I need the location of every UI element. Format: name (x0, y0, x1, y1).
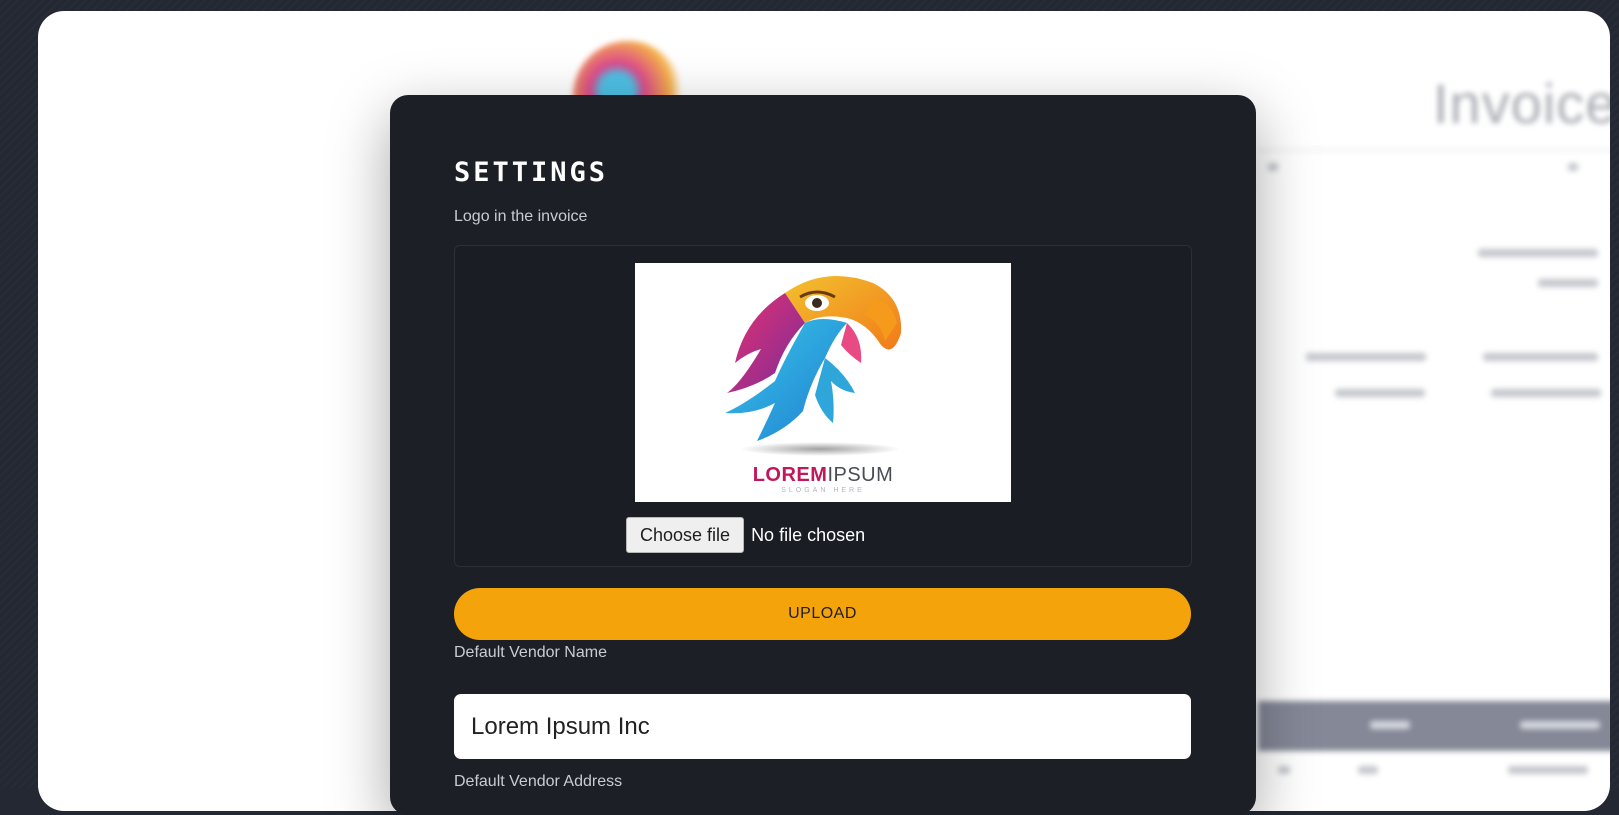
upload-button[interactable]: UPLOAD (454, 588, 1191, 640)
file-input[interactable]: Choose file No file chosen (626, 517, 865, 553)
vendor-address-label: Default Vendor Address (454, 773, 623, 790)
table-header (1258, 701, 1610, 751)
blurred-text (1538, 279, 1598, 287)
settings-modal: SETTINGS Logo in the invoice LOREMIPSUM … (390, 95, 1256, 815)
blurred-text (1268, 163, 1278, 171)
blurred-text (1483, 353, 1598, 361)
file-status: No file chosen (751, 524, 866, 545)
vendor-name-input[interactable]: Lorem Ipsum Inc (454, 694, 1191, 759)
choose-file-button[interactable]: Choose file (626, 517, 745, 553)
logo-label: Logo in the invoice (454, 208, 588, 225)
brand-rest: IPSUM (827, 464, 894, 486)
invoice-title: Invoice (1433, 72, 1610, 135)
vendor-name-label: Default Vendor Name (454, 644, 607, 661)
logo-brand-text: LOREMIPSUM (635, 464, 1011, 487)
blurred-text (1358, 766, 1378, 774)
blurred-text (1306, 353, 1426, 361)
blurred-text (1568, 163, 1578, 171)
logo-preview: LOREMIPSUM SLOGAN HERE (635, 263, 1011, 502)
modal-title: SETTINGS (454, 157, 609, 188)
blurred-text (1508, 766, 1588, 774)
logo-upload-area[interactable]: LOREMIPSUM SLOGAN HERE Choose file No fi… (454, 245, 1192, 567)
blurred-text (1478, 249, 1598, 257)
blurred-text (1491, 389, 1601, 397)
divider (1258, 149, 1610, 151)
logo-slogan: SLOGAN HERE (781, 487, 865, 494)
blurred-text (1335, 389, 1425, 397)
blurred-text (1278, 766, 1290, 774)
brand-strong: LOREM (752, 464, 828, 486)
